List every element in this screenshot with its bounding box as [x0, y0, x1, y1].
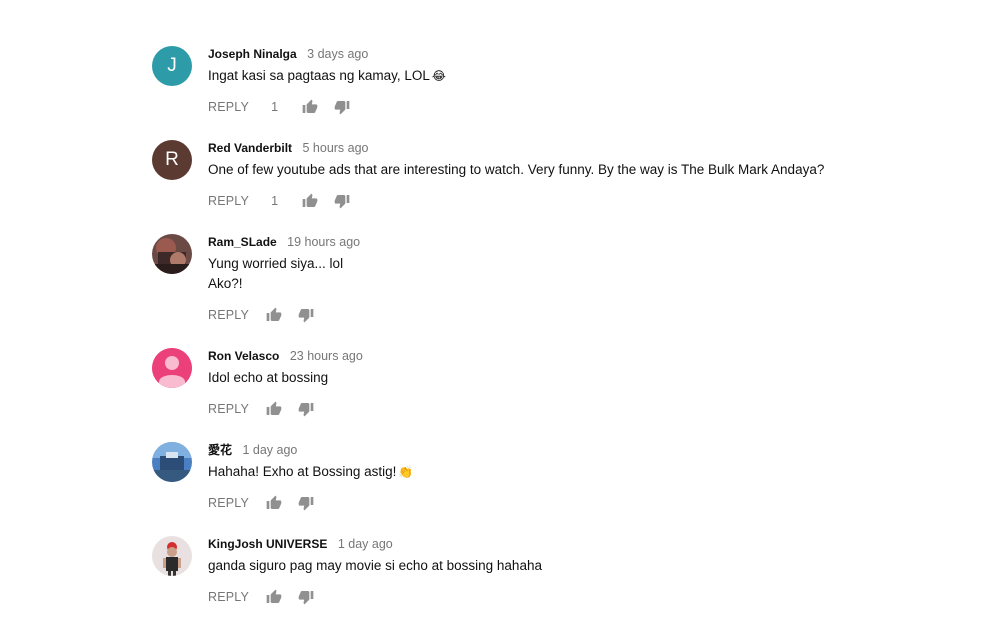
comment-timestamp[interactable]: 3 days ago	[307, 47, 368, 61]
thumbs-up-icon[interactable]	[301, 192, 319, 210]
comment-timestamp[interactable]: 5 hours ago	[302, 141, 368, 155]
avatar[interactable]: R	[152, 140, 192, 180]
comment-text: Idol echo at bossing	[208, 368, 912, 388]
reply-button[interactable]: REPLY	[208, 402, 249, 416]
comment-actions: REPLY	[208, 493, 315, 513]
comments-list: J Joseph Ninalga 3 days ago Ingat kasi s…	[0, 0, 1000, 642]
thumbs-down-icon[interactable]	[333, 192, 351, 210]
reply-button[interactable]: REPLY	[208, 194, 249, 208]
comment-text: Hahaha! Exho at Bossing astig! 👏	[208, 462, 912, 482]
avatar-letter: J	[167, 55, 177, 76]
comment-item: 愛花 1 day ago Hahaha! Exho at Bossing ast…	[152, 441, 912, 535]
thumbs-up-icon[interactable]	[301, 98, 319, 116]
reply-button[interactable]: REPLY	[208, 496, 249, 510]
thumbs-up-icon[interactable]	[265, 400, 283, 418]
photo-avatar-icon[interactable]	[152, 536, 192, 576]
thumbs-up-icon[interactable]	[265, 306, 283, 324]
comment-text-line: Yung worried siya... lol	[208, 256, 344, 271]
clapping-emoji: 👏	[398, 465, 414, 479]
photo-avatar-icon[interactable]	[152, 442, 192, 482]
comment-timestamp[interactable]: 1 day ago	[242, 443, 297, 457]
thumbs-down-icon[interactable]	[297, 494, 315, 512]
thumbs-up-icon[interactable]	[265, 494, 283, 512]
comment-text-line: Hahaha! Exho at Bossing astig!	[208, 464, 397, 479]
comment-text-line: Ingat kasi sa pagtaas ng kamay, LOL	[208, 68, 430, 83]
comment-text-line: Idol echo at bossing	[208, 370, 329, 385]
comment-actions: REPLY	[208, 399, 315, 419]
comment-text: One of few youtube ads that are interest…	[208, 160, 912, 180]
person-icon[interactable]	[152, 348, 192, 388]
avatar[interactable]: J	[152, 46, 192, 86]
comment-text-line: ganda siguro pag may movie si echo at bo…	[208, 558, 542, 573]
comment-timestamp[interactable]: 1 day ago	[338, 537, 393, 551]
comment-author[interactable]: Red Vanderbilt	[208, 141, 292, 155]
comment-item: Ram_SLade 19 hours ago Yung worried siya…	[152, 233, 912, 333]
comment-text: Yung worried siya... lol Ako?!	[208, 254, 912, 294]
comment-timestamp[interactable]: 23 hours ago	[290, 349, 363, 363]
avatar-letter: R	[165, 149, 179, 170]
comment-text-line: One of few youtube ads that are interest…	[208, 162, 825, 177]
comment-text-line: Ako?!	[208, 276, 243, 291]
thumbs-down-icon[interactable]	[297, 306, 315, 324]
comment-actions: REPLY	[208, 587, 315, 607]
comment-author[interactable]: KingJosh UNIVERSE	[208, 537, 327, 551]
comment-item: Ron Velasco 23 hours ago Idol echo at bo…	[152, 347, 912, 441]
like-count: 1	[271, 194, 279, 208]
reply-button[interactable]: REPLY	[208, 308, 249, 322]
comment-actions: REPLY 1	[208, 97, 351, 117]
photo-avatar-icon[interactable]	[152, 234, 192, 274]
thumbs-down-icon[interactable]	[333, 98, 351, 116]
reply-button[interactable]: REPLY	[208, 100, 249, 114]
comment-item: KingJosh UNIVERSE 1 day ago ganda siguro…	[152, 535, 912, 629]
reply-button[interactable]: REPLY	[208, 590, 249, 604]
laughing-emoji: 😂	[431, 69, 446, 83]
comment-item: R Red Vanderbilt 5 hours ago One of few …	[152, 139, 912, 233]
comment-text: Ingat kasi sa pagtaas ng kamay, LOL 😂	[208, 66, 912, 86]
comment-timestamp[interactable]: 19 hours ago	[287, 235, 360, 249]
comment-author[interactable]: Ron Velasco	[208, 349, 279, 363]
comment-author[interactable]: Joseph Ninalga	[208, 47, 297, 61]
comment-text: ganda siguro pag may movie si echo at bo…	[208, 556, 912, 576]
comment-item: J Joseph Ninalga 3 days ago Ingat kasi s…	[152, 45, 912, 139]
comment-author[interactable]: 愛花	[208, 443, 232, 457]
comment-actions: REPLY 1	[208, 191, 351, 211]
comment-actions: REPLY	[208, 305, 315, 325]
like-count: 1	[271, 100, 279, 114]
thumbs-down-icon[interactable]	[297, 400, 315, 418]
comment-author[interactable]: Ram_SLade	[208, 235, 277, 249]
thumbs-up-icon[interactable]	[265, 588, 283, 606]
thumbs-down-icon[interactable]	[297, 588, 315, 606]
